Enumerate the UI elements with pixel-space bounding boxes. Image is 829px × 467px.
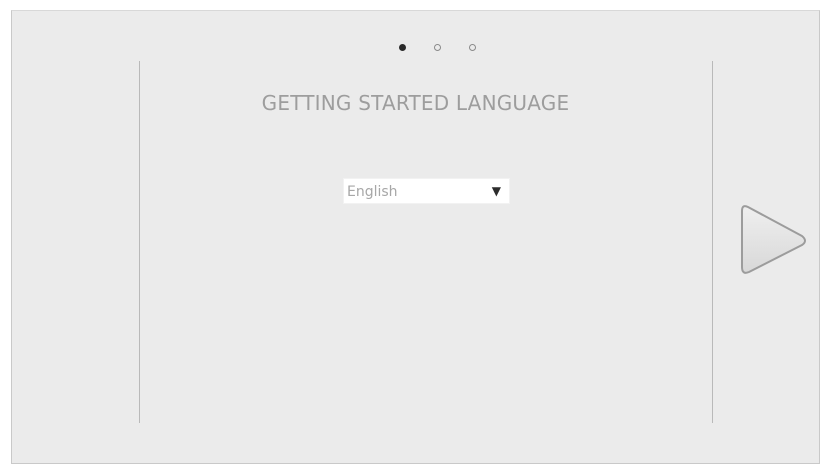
play-triangle-icon — [741, 205, 806, 274]
next-button[interactable] — [738, 201, 810, 279]
page-dot-3[interactable] — [469, 44, 476, 51]
setup-screen: GETTING STARTED LANGUAGE English ▼ — [11, 10, 820, 464]
page-indicator — [12, 44, 819, 56]
language-select-value: English — [347, 184, 398, 200]
page-dot-1-active[interactable] — [399, 44, 406, 51]
page-title: GETTING STARTED LANGUAGE — [261, 91, 570, 115]
left-divider — [139, 61, 140, 423]
dropdown-arrow-icon: ▼ — [491, 184, 501, 198]
page-dot-2[interactable] — [434, 44, 441, 51]
right-divider — [712, 61, 713, 423]
language-select[interactable]: English ▼ — [343, 178, 510, 204]
